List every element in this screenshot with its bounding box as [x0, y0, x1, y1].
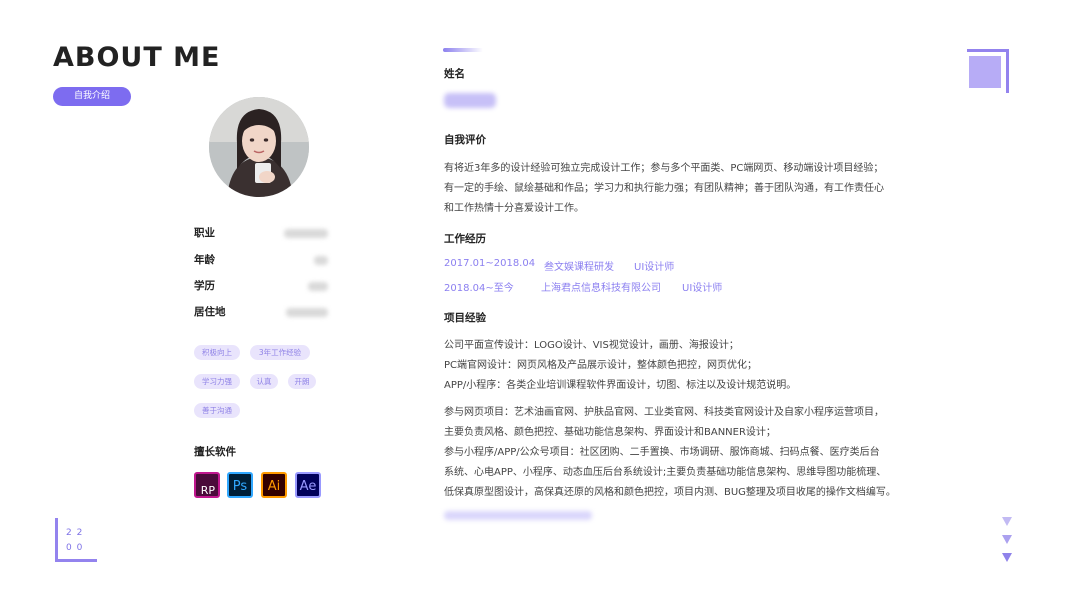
- self-eval-heading: 自我评价: [444, 134, 486, 146]
- work-role: UI设计师: [682, 283, 723, 294]
- name-heading: 姓名: [444, 68, 465, 80]
- arrow-down-icon: [1002, 517, 1012, 526]
- project-line: 参与小程序/APP/公众号项目：社区团购、二手置换、市场调研、服饰商城、扫码点餐…: [444, 447, 880, 458]
- page-title: ABOUT ME: [53, 42, 221, 73]
- project-line: APP/小程序：各类企业培训课程软件界面设计，切图、标注以及设计规范说明。: [444, 380, 797, 391]
- year-digits: 0 0: [66, 543, 84, 553]
- software-heading: 擅长软件: [194, 446, 236, 458]
- info-label: 居住地: [194, 306, 226, 318]
- info-label: 职业: [194, 227, 215, 239]
- self-eval-line: 有一定的手绘、鼠绘基础和作品；学习力和执行能力强；有团队精神；善于团队沟通，有工…: [444, 183, 884, 194]
- illustrator-icon: Ai: [261, 472, 287, 498]
- work-company: 上海君点信息科技有限公司: [541, 283, 661, 294]
- work-company: 叁文娱课程研发: [544, 262, 614, 273]
- redacted-line: [444, 511, 592, 520]
- tag: 学习力强: [194, 374, 240, 389]
- tag: 3年工作经验: [250, 345, 310, 360]
- accent-bar: [443, 48, 483, 52]
- intro-badge: 自我介绍: [53, 87, 131, 106]
- info-row-residence: 居住地: [194, 304, 328, 320]
- year-digits: 2 2: [66, 528, 84, 538]
- project-line: 参与网页项目：艺术油画官网、护肤品官网、工业类官网、科技类官网设计及自家小程序运…: [444, 407, 884, 418]
- info-label: 年龄: [194, 254, 215, 266]
- tag: 善于沟通: [194, 403, 240, 418]
- info-row-age: 年龄: [194, 252, 328, 268]
- avatar: [209, 97, 309, 197]
- info-value: [308, 282, 328, 291]
- project-line: 公司平面宣传设计：LOGO设计、VIS视觉设计，画册、海报设计；: [444, 340, 739, 351]
- info-row-education: 学历: [194, 278, 328, 294]
- photoshop-icon: Ps: [227, 472, 253, 498]
- info-label: 学历: [194, 280, 215, 292]
- self-eval-line: 和工作热情十分喜爱设计工作。: [444, 203, 584, 214]
- arrow-down-icon: [1002, 553, 1012, 562]
- avatar-photo: [209, 97, 309, 197]
- info-value: [314, 256, 328, 265]
- project-line: 低保真原型图设计，高保真还原的风格和颜色把控，项目内测、BUG整理及项目收尾的操…: [444, 487, 896, 498]
- work-period: 2018.04~至今: [444, 283, 514, 294]
- work-period: 2017.01~2018.04: [444, 258, 536, 269]
- tag: 积极向上: [194, 345, 240, 360]
- corner-square: [969, 56, 1001, 88]
- self-eval-line: 有将近3年多的设计经验可独立完成设计工作；参与多个平面类、PC端网页、移动端设计…: [444, 163, 884, 174]
- project-line: 系统、心电APP、小程序、动态血压后台系统设计;主要负责基础功能信息架构、思维导…: [444, 467, 887, 478]
- work-heading: 工作经历: [444, 233, 486, 245]
- info-value: [284, 229, 328, 238]
- corner-decoration: [55, 518, 97, 562]
- after-effects-icon: Ae: [295, 472, 321, 498]
- tag: 认真: [250, 374, 278, 389]
- project-line: PC端官网设计：网页风格及产品展示设计，整体颜色把控，网页优化；: [444, 360, 758, 371]
- project-line: 主要负责风格、颜色把控、基础功能信息架构、界面设计和BANNER设计；: [444, 427, 776, 438]
- name-value: [444, 93, 496, 108]
- arrow-down-icon: [1002, 535, 1012, 544]
- info-row-occupation: 职业: [194, 225, 328, 241]
- info-value: [286, 308, 328, 317]
- projects-heading: 项目经验: [444, 312, 486, 324]
- tag: 开朗: [288, 374, 316, 389]
- work-role: UI设计师: [634, 262, 675, 273]
- axure-rp-icon: RP: [194, 472, 220, 498]
